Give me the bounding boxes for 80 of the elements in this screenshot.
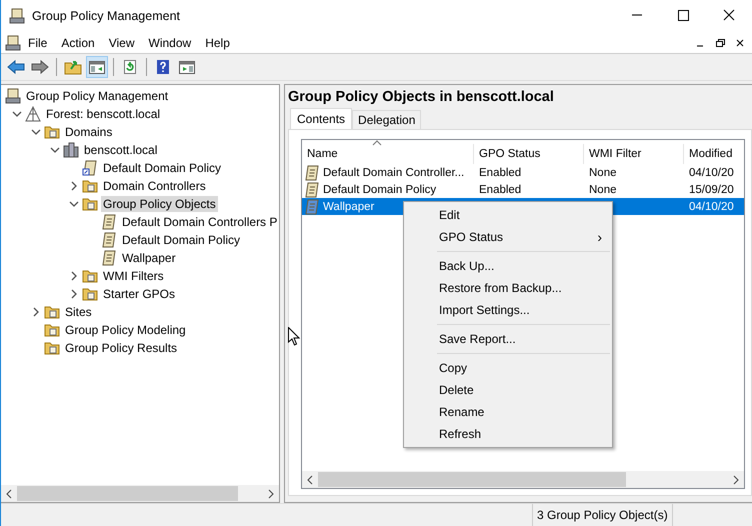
tree-item[interactable]: Default Domain Policy (120, 232, 242, 248)
tab[interactable]: Delegation (352, 110, 422, 129)
console-icon (9, 8, 25, 24)
tree-item[interactable]: Default Domain Policy (101, 160, 224, 176)
server-icon (63, 142, 79, 158)
column-header[interactable]: Modified (684, 144, 744, 164)
table-cell: 04/10/20 (689, 166, 734, 178)
menu-item[interactable]: Import Settings... (404, 299, 612, 321)
menu-item[interactable]: Back Up... (404, 255, 612, 277)
column-header[interactable]: Name (302, 144, 474, 164)
folder-icon (44, 124, 60, 140)
console-icon (5, 88, 21, 104)
menu-item[interactable]: Rename (404, 401, 612, 423)
help-icon[interactable] (155, 59, 171, 75)
menu-item[interactable]: Window (142, 36, 198, 50)
table-cell: None (589, 184, 616, 196)
tree-item[interactable]: Sites (63, 304, 94, 320)
console-icon (5, 34, 21, 50)
tab[interactable]: Contents (290, 108, 352, 129)
table-cell: Default Domain Controller... (323, 166, 464, 178)
menu-item[interactable]: Restore from Backup... (404, 277, 612, 299)
back-arrow-icon[interactable] (7, 59, 25, 75)
folder-icon (44, 340, 60, 356)
scroll-icon (304, 164, 320, 180)
folder-icon (82, 268, 98, 284)
triangle-icon (25, 106, 41, 122)
tree-item[interactable]: Group Policy Modeling (63, 322, 188, 338)
table-cell: Wallpaper (323, 200, 374, 212)
scroll-shortcut-icon (82, 160, 98, 176)
tree-item[interactable]: Group Policy Objects (101, 196, 218, 212)
refresh-icon[interactable] (122, 59, 138, 75)
menu-item[interactable]: File (21, 36, 54, 50)
tree-item[interactable]: Domains (63, 124, 114, 140)
tree-item[interactable]: Forest: benscott.local (44, 106, 162, 122)
folder-icon (82, 178, 98, 194)
scroll-icon (101, 232, 117, 248)
tree-item[interactable]: WMI Filters (101, 268, 166, 284)
tree-item[interactable]: Group Policy Results (63, 340, 180, 356)
table-cell: None (589, 166, 616, 178)
scrollbar-thumb[interactable] (318, 472, 626, 487)
scroll-icon (304, 198, 320, 214)
forward-arrow-icon[interactable] (31, 59, 49, 75)
scroll-icon (101, 250, 117, 266)
pane-heading: Group Policy Objects in benscott.local (288, 88, 555, 107)
tree-item[interactable]: Starter GPOs (101, 286, 178, 302)
tree-item[interactable]: Group Policy Management (24, 88, 170, 104)
folder-icon (44, 322, 60, 338)
action-pane-icon[interactable] (178, 59, 196, 75)
menu-item[interactable]: Refresh (404, 423, 612, 445)
folder-icon (44, 304, 60, 320)
folder-icon (82, 286, 98, 302)
column-header[interactable]: GPO Status (474, 144, 584, 164)
tree-item[interactable]: benscott.local (82, 142, 160, 158)
menu-item[interactable]: GPO Status (439, 230, 504, 244)
table-cell: Enabled (479, 184, 522, 196)
menu-item[interactable]: Copy (404, 357, 612, 379)
table-cell: Enabled (479, 166, 522, 178)
status-text: 3 Group Policy Object(s) (532, 504, 673, 526)
tree-item[interactable]: Wallpaper (120, 250, 178, 266)
sort-caret-icon (372, 140, 382, 146)
tree-item[interactable]: Domain Controllers (101, 178, 208, 194)
menu-item[interactable]: Delete (404, 379, 612, 401)
column-header[interactable]: WMI Filter (584, 144, 684, 164)
menu-item[interactable]: Save Report... (404, 328, 612, 350)
menu-item[interactable]: Help (198, 36, 237, 50)
table-cell: Default Domain Policy (323, 184, 436, 196)
menu-item[interactable]: View (102, 36, 142, 50)
folder-icon[interactable] (64, 59, 82, 75)
window-title: Group Policy Management (32, 9, 180, 23)
folder-icon (82, 196, 98, 212)
submenu-arrow: › (597, 229, 602, 245)
table-cell: 15/09/20 (689, 184, 734, 196)
menu-item[interactable]: Edit (404, 204, 612, 226)
table-cell: 04/10/20 (689, 200, 734, 212)
scroll-icon (304, 182, 320, 198)
tree-item[interactable]: Default Domain Controllers P (120, 214, 279, 230)
menu-item[interactable]: Action (54, 36, 102, 50)
console-tree-icon[interactable] (88, 59, 106, 75)
scrollbar-thumb[interactable] (17, 486, 238, 501)
scroll-icon (101, 214, 117, 230)
